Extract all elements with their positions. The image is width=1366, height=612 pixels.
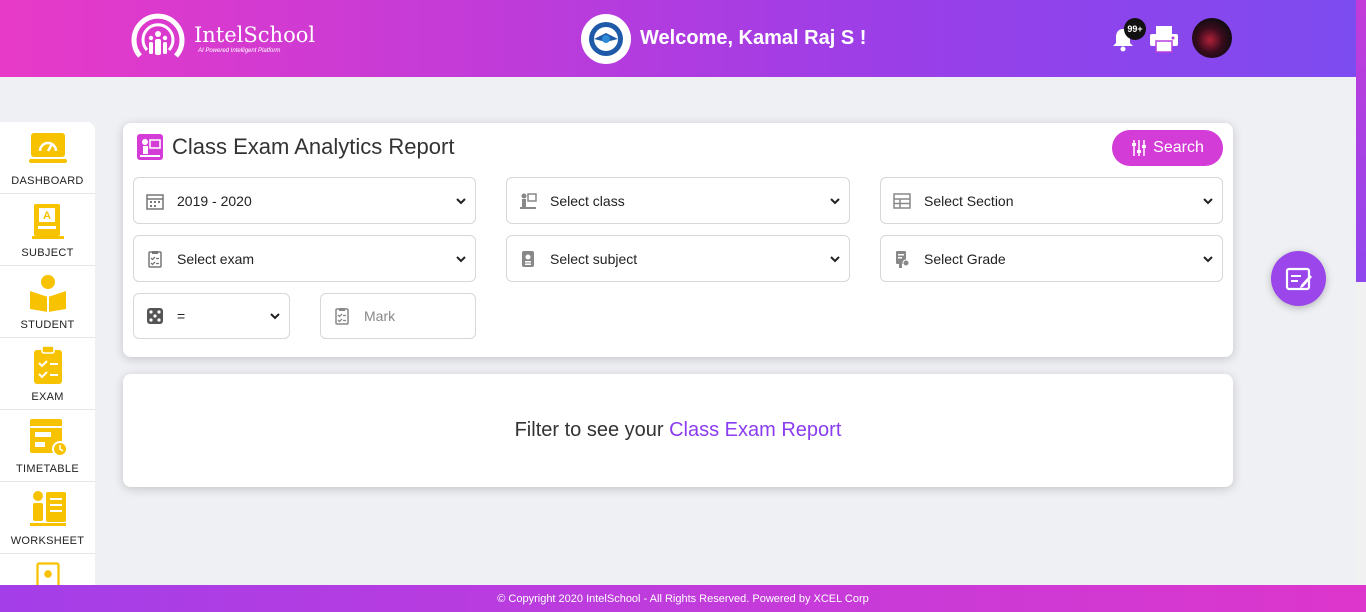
card-header: Class Exam Analytics Report	[136, 133, 454, 161]
floating-action-button[interactable]	[1271, 251, 1326, 306]
class-report-icon	[137, 134, 163, 160]
result-card: Filter to see your Class Exam Report	[123, 374, 1233, 487]
grade-icon	[896, 250, 910, 268]
sidebar-item-exam[interactable]: EXAM	[0, 338, 95, 410]
calendar-icon	[146, 193, 164, 210]
report-icon	[35, 562, 60, 585]
logo-icon	[128, 12, 188, 66]
sidebar-item-dashboard[interactable]: DASHBOARD	[0, 122, 95, 194]
sidebar: DASHBOARD A SUBJECT STUDENT EXAM TIMETAB…	[0, 122, 95, 585]
operator-select[interactable]: =	[133, 293, 290, 339]
sidebar-item-more[interactable]	[0, 554, 95, 585]
sidebar-item-label: SUBJECT	[21, 247, 74, 259]
subject-select[interactable]: Select subject	[506, 235, 850, 282]
operator-value: =	[177, 308, 186, 324]
empty-state-message: Filter to see your Class Exam Report	[515, 419, 842, 442]
chevron-down-icon	[270, 313, 280, 320]
table-icon	[893, 192, 911, 209]
subject-book-icon	[522, 250, 534, 267]
exam-value: Select exam	[177, 250, 255, 267]
grade-select[interactable]: Select Grade	[880, 235, 1223, 282]
user-avatar[interactable]	[1192, 18, 1232, 58]
svg-text:A: A	[43, 210, 51, 222]
subject-icon: A	[31, 204, 64, 239]
academic-year-select[interactable]: 2019 - 2020	[133, 177, 476, 224]
copyright-text: © Copyright 2020 IntelSchool - All Right…	[497, 592, 869, 605]
sidebar-item-timetable[interactable]: TIMETABLE	[0, 410, 95, 482]
filter-card: Class Exam Analytics Report Search 2019 …	[123, 123, 1233, 357]
dice-icon	[147, 308, 163, 324]
filter-sliders-icon	[1132, 140, 1147, 156]
printer-icon[interactable]	[1148, 24, 1180, 54]
clipboard-check-icon	[148, 250, 162, 268]
sidebar-item-label: DASHBOARD	[11, 175, 84, 187]
welcome-message: Welcome, Kamal Raj S !	[640, 27, 867, 49]
empty-state-highlight: Class Exam Report	[669, 419, 842, 441]
sidebar-item-label: TIMETABLE	[15, 463, 79, 475]
sidebar-item-worksheet[interactable]: WORKSHEET	[0, 482, 95, 554]
chevron-down-icon	[1203, 255, 1213, 262]
timetable-icon	[29, 419, 68, 457]
dashboard-icon	[28, 133, 67, 163]
page-title: Class Exam Analytics Report	[172, 134, 455, 159]
clipboard-list-icon	[335, 308, 349, 325]
sidebar-item-subject[interactable]: A SUBJECT	[0, 194, 95, 266]
top-header: IntelSchool AI Powered Intelligent Platf…	[0, 0, 1366, 77]
classroom-icon	[520, 192, 537, 209]
logo-tagline: AI Powered Intelligent Platform	[198, 48, 281, 54]
sidebar-item-label: WORKSHEET	[10, 535, 85, 547]
student-icon	[29, 275, 66, 312]
chevron-down-icon	[1203, 197, 1213, 204]
search-button-label: Search	[1153, 139, 1204, 156]
edit-report-icon	[1285, 267, 1312, 290]
mark-placeholder: Mark	[364, 308, 396, 324]
sidebar-item-label: STUDENT	[20, 319, 75, 331]
logo-name: IntelSchool	[194, 23, 316, 47]
exam-select[interactable]: Select exam	[133, 235, 476, 282]
chevron-down-icon	[456, 197, 466, 204]
page-scrollbar[interactable]	[1356, 0, 1366, 584]
footer: © Copyright 2020 IntelSchool - All Right…	[0, 585, 1366, 612]
school-seal-icon	[581, 14, 631, 64]
chevron-down-icon	[456, 255, 466, 262]
worksheet-icon	[29, 491, 66, 526]
exam-icon	[33, 345, 62, 384]
notification-badge: 99+	[1124, 18, 1146, 40]
grade-value: Select Grade	[924, 250, 1006, 267]
chevron-down-icon	[830, 255, 840, 262]
empty-state-prefix: Filter to see your	[514, 419, 664, 441]
academic-year-value: 2019 - 2020	[177, 192, 252, 209]
subject-value: Select subject	[550, 250, 638, 267]
class-select[interactable]: Select class	[506, 177, 850, 224]
sidebar-item-student[interactable]: STUDENT	[0, 266, 95, 338]
section-value: Select Section	[924, 192, 1014, 209]
scrollbar-thumb[interactable]	[1356, 0, 1366, 282]
chevron-down-icon	[830, 197, 840, 204]
class-value: Select class	[550, 192, 625, 209]
section-select[interactable]: Select Section	[880, 177, 1223, 224]
app-logo[interactable]: IntelSchool AI Powered Intelligent Platf…	[128, 12, 315, 66]
search-button[interactable]: Search	[1112, 130, 1223, 166]
sidebar-item-label: EXAM	[31, 391, 64, 403]
mark-input[interactable]: Mark	[320, 293, 476, 339]
